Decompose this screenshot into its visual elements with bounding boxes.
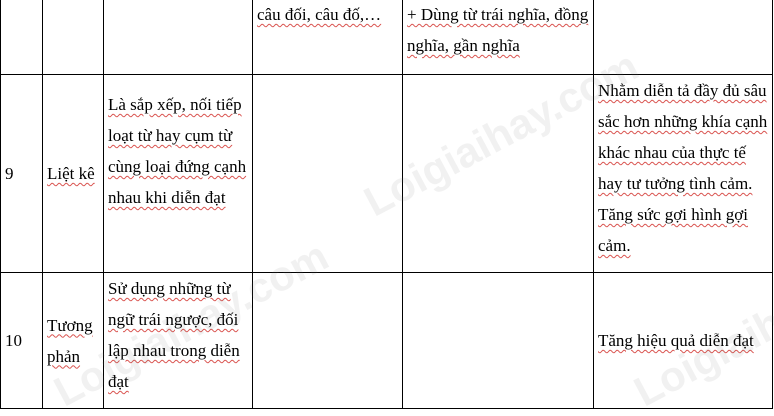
table-cell bbox=[402, 74, 594, 273]
table-cell bbox=[103, 0, 253, 75]
device-definition: Là sắp xếp, nối tiếp loạt từ hay cụm từ … bbox=[103, 74, 253, 273]
table-cell bbox=[0, 0, 43, 75]
effect-text: Nhằm diễn tả đầy đủ sâu sắc hơn những kh… bbox=[598, 81, 768, 255]
effect-text: Tăng hiệu quả diễn đạt bbox=[598, 331, 754, 350]
table-cell bbox=[402, 272, 594, 409]
table-cell bbox=[252, 272, 403, 409]
technique-text: + Dùng từ trái nghĩa, đồng nghĩa, gần ng… bbox=[407, 5, 589, 55]
example-text: câu đối, câu đố,… bbox=[257, 5, 382, 24]
definition-text: Là sắp xếp, nối tiếp loạt từ hay cụm từ … bbox=[108, 95, 247, 207]
table-row: 10 Tương phản Sử dụng những từ ngữ trái … bbox=[0, 272, 773, 409]
table-cell: câu đối, câu đố,… bbox=[252, 0, 403, 75]
device-effect: Nhằm diễn tả đầy đủ sâu sắc hơn những kh… bbox=[593, 74, 773, 273]
definition-text: Sử dụng những từ ngữ trái ngược, đối lập… bbox=[108, 279, 240, 391]
table-cell bbox=[252, 74, 403, 273]
device-definition: Sử dụng những từ ngữ trái ngược, đối lập… bbox=[103, 272, 253, 409]
row-number: 9 bbox=[0, 74, 43, 273]
device-name: Liệt kê bbox=[42, 74, 104, 273]
rhetorical-devices-table: câu đối, câu đố,… + Dùng từ trái nghĩa, … bbox=[0, 0, 773, 409]
device-effect: Tăng hiệu quả diễn đạt bbox=[593, 272, 773, 409]
device-name-text: Liệt kê bbox=[47, 164, 95, 183]
row-number: 10 bbox=[0, 272, 43, 409]
table-cell bbox=[42, 0, 104, 75]
table-cell: + Dùng từ trái nghĩa, đồng nghĩa, gần ng… bbox=[402, 0, 594, 75]
table-cell bbox=[593, 0, 773, 75]
device-name-text: Tương phản bbox=[47, 315, 93, 366]
device-name: Tương phản bbox=[42, 272, 104, 409]
table-row: câu đối, câu đố,… + Dùng từ trái nghĩa, … bbox=[0, 0, 773, 75]
table-row: 9 Liệt kê Là sắp xếp, nối tiếp loạt từ h… bbox=[0, 74, 773, 273]
